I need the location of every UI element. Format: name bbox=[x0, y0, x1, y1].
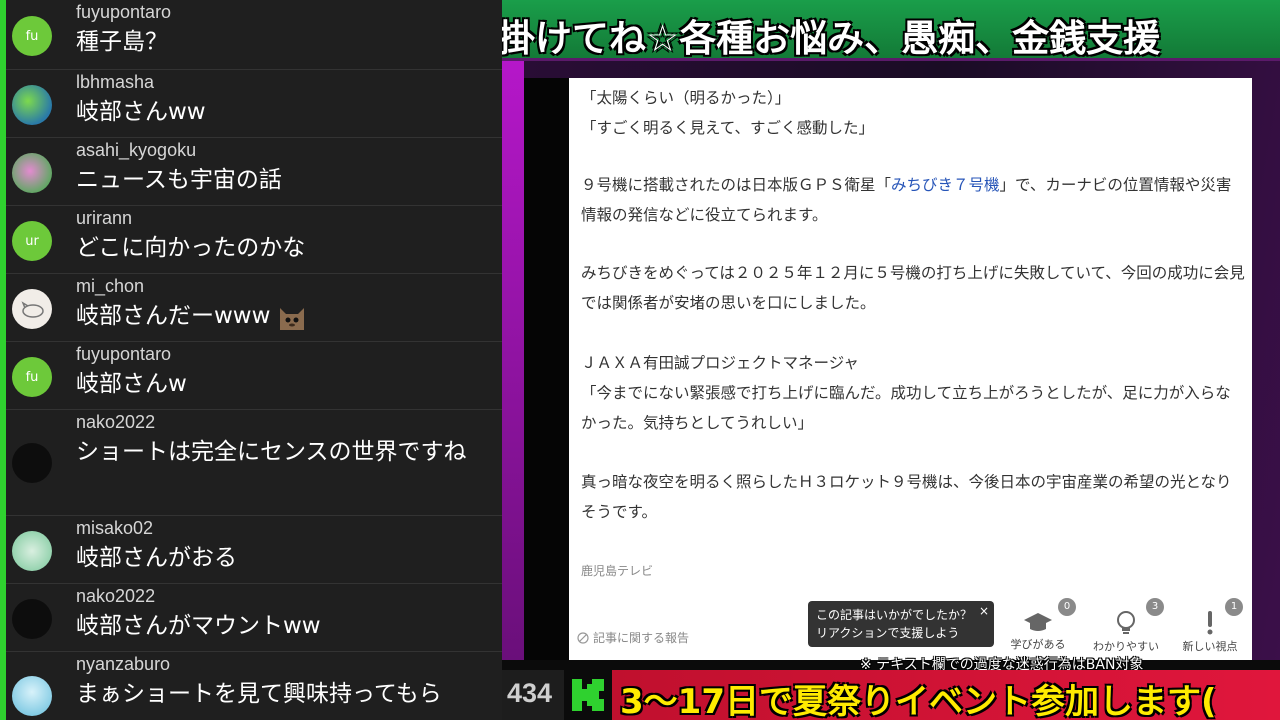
reaction-label: 新しい視点 bbox=[1182, 640, 1238, 653]
reaction-clear-button[interactable]: 3 わかりやすい bbox=[1091, 598, 1164, 654]
article-paragraph: 真っ暗な夜空を明るく照らしたＨ３ロケット９号機は、今後日本の宇宙産業の希望の光と… bbox=[581, 473, 1232, 521]
chat-text: ニュースも宇宙の話 bbox=[76, 167, 282, 193]
chat-text-container: 岐部さんだーwww bbox=[76, 298, 491, 335]
chat-username: lbhmasha bbox=[76, 72, 155, 92]
chat-message: lbhmasha 岐部さんww bbox=[6, 70, 502, 138]
chat-message: nyanzaburo まぁショートを見て興味持ってもら bbox=[6, 652, 502, 720]
article-paragraph: 「今までにない緊張感で打ち上げに臨んだ。成功して立ち上がろうとしたが、足に力が入… bbox=[581, 384, 1231, 432]
chat-message: ur urirann どこに向かったのかな bbox=[6, 206, 502, 274]
avatar bbox=[12, 531, 52, 571]
chat-text: 岐部さんがマウントww bbox=[76, 613, 321, 639]
lightbulb-icon bbox=[1117, 611, 1135, 634]
chat-text: 岐部さんw bbox=[76, 371, 187, 397]
article-paragraph: ＪＡＸＡ有田誠プロジェクトマネージャ bbox=[581, 354, 859, 372]
cat-emoji-icon bbox=[280, 307, 305, 330]
avatar bbox=[12, 599, 52, 639]
viewer-count: 434 bbox=[507, 678, 553, 708]
reaction-count: 3 bbox=[1146, 598, 1164, 616]
article-paragraph: ９号機に搭載されたのは日本版ＧＰＳ衛星「みちびき７号機」で、カーナビの位置情報や… bbox=[581, 170, 1246, 230]
chat-message: fu fuyupontaro 岐部さんw bbox=[6, 342, 502, 410]
feedback-tooltip: この記事はいかがでしたか？ リアクションで支援しよう × bbox=[808, 601, 994, 647]
chat-username: fuyupontaro bbox=[76, 2, 172, 22]
exclamation-icon bbox=[1207, 611, 1213, 635]
avatar bbox=[12, 153, 52, 193]
chat-username: nyanzaburo bbox=[76, 654, 171, 674]
chat-text: ショートは完全にセンスの世界ですね bbox=[76, 439, 467, 465]
reaction-learning-button[interactable]: 0 学びがある bbox=[1003, 598, 1076, 652]
chat-username: nako2022 bbox=[76, 586, 156, 606]
chat-text: まぁショートを見て興味持ってもら bbox=[76, 681, 442, 707]
feedback-line: この記事はいかがでしたか？ bbox=[816, 608, 973, 622]
article-source: 鹿児島テレビ bbox=[581, 564, 654, 578]
chat-text: 岐部さんww bbox=[76, 99, 206, 125]
ticker-text: 掛けてね☆各種お悩み、愚痴、金銭支援 bbox=[502, 17, 1161, 60]
reaction-count: 0 bbox=[1058, 598, 1076, 616]
chat-text: どこに向かったのかな bbox=[76, 235, 306, 261]
reaction-label: 学びがある bbox=[1010, 638, 1066, 651]
avatar: ur bbox=[12, 221, 52, 261]
kick-k-icon bbox=[572, 679, 604, 711]
stage-left-border bbox=[502, 61, 524, 660]
news-article: 「太陽くらい（明るかった）」 「すごく明るく見えて、すごく感動した」 ９号機に搭… bbox=[569, 78, 1252, 660]
chat-message: misako02 岐部さんがおる bbox=[6, 516, 502, 584]
chat-username: urirann bbox=[76, 208, 133, 228]
cat-sketch-icon bbox=[21, 301, 44, 318]
chat-message: fu fuyupontaro 種子島？ bbox=[6, 0, 502, 70]
reaction-new-perspective-button[interactable]: 1 新しい視点 bbox=[1175, 598, 1245, 654]
reaction-count: 1 bbox=[1225, 598, 1243, 616]
report-label: 記事に関する報告 bbox=[593, 631, 690, 645]
article-text: ９号機に搭載されたのは日本版ＧＰＳ衛星「 bbox=[581, 176, 892, 194]
chat-username: nako2022 bbox=[76, 412, 156, 432]
avatar bbox=[12, 85, 52, 125]
chat-panel: fu fuyupontaro 種子島？ lbhmasha 岐部さんww asah… bbox=[0, 0, 502, 720]
avatar bbox=[12, 676, 52, 716]
avatar: fu bbox=[12, 16, 52, 56]
chat-username: asahi_kyogoku bbox=[76, 140, 197, 160]
avatar bbox=[12, 443, 52, 483]
article-link[interactable]: みちびき７号機 bbox=[891, 176, 1000, 194]
avatar: fu bbox=[12, 357, 52, 397]
viewer-count-box: 434 bbox=[502, 670, 564, 720]
chat-message: asahi_kyogoku ニュースも宇宙の話 bbox=[6, 138, 502, 206]
article-paragraph: 「太陽くらい（明るかった）」 bbox=[581, 89, 791, 107]
bottom-banner: 3～17日で夏祭りイベント参加します(​ bbox=[612, 670, 1280, 720]
graduation-cap-icon bbox=[1024, 613, 1052, 631]
bottom-banner-text: 3～17日で夏祭りイベント参加します(​ bbox=[620, 682, 1217, 720]
chat-text: 岐部さんだーwww bbox=[76, 303, 271, 329]
chat-message: nako2022 岐部さんがマウントww bbox=[6, 584, 502, 652]
article-paragraph: みちびきをめぐっては２０２５年１２月に５号機の打ち上げに失敗していて、今回の成功… bbox=[581, 264, 1245, 312]
feedback-line: リアクションで支援しよう bbox=[816, 626, 960, 640]
chat-text: 岐部さんがおる bbox=[76, 545, 237, 571]
chat-username: fuyupontaro bbox=[76, 344, 172, 364]
report-link[interactable]: 記事に関する報告 bbox=[577, 629, 689, 646]
reaction-label: わかりやすい bbox=[1093, 640, 1159, 653]
prohibited-icon bbox=[577, 631, 589, 644]
article-paragraph: 「すごく明るく見えて、すごく感動した」 bbox=[581, 119, 874, 137]
chat-message: nako2022 ショートは完全にセンスの世界ですね bbox=[6, 410, 502, 516]
chat-username: mi_chon bbox=[76, 276, 145, 296]
close-icon[interactable]: × bbox=[979, 602, 989, 620]
top-ticker: 掛けてね☆各種お悩み、愚痴、金銭支援 bbox=[502, 0, 1280, 61]
chat-message: mi_chon 岐部さんだーwww bbox=[6, 274, 502, 342]
chat-username: misako02 bbox=[76, 518, 154, 538]
avatar bbox=[12, 289, 52, 329]
kick-logo-icon bbox=[564, 670, 612, 720]
chat-text: 種子島？ bbox=[76, 29, 168, 55]
